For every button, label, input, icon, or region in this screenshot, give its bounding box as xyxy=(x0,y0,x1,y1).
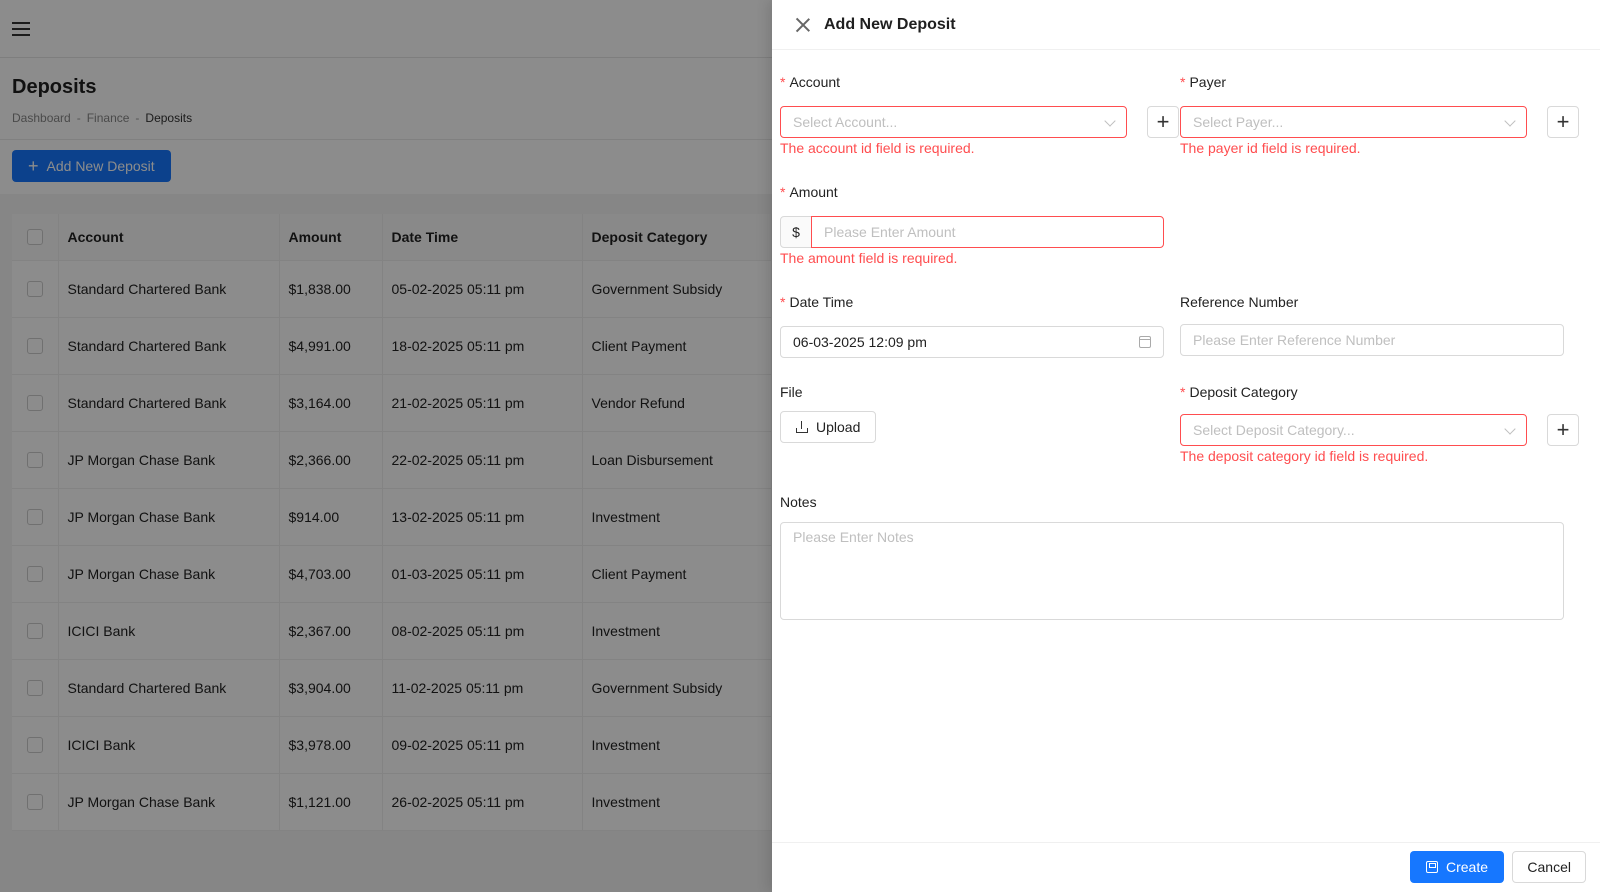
date-time-label-text: Date Time xyxy=(789,294,854,310)
amount-label-text: Amount xyxy=(789,184,838,200)
chevron-down-icon xyxy=(1504,423,1516,435)
amount-error: The amount field is required. xyxy=(780,250,958,266)
chevron-down-icon xyxy=(1504,115,1516,127)
required-mark: * xyxy=(1180,384,1186,400)
create-button[interactable]: Create xyxy=(1409,851,1504,883)
required-mark: * xyxy=(780,184,786,200)
payer-select-placeholder: Select Payer... xyxy=(1193,114,1284,130)
notes-label: Notes xyxy=(780,494,817,510)
deposit-category-label: * Deposit Category xyxy=(1180,384,1298,400)
notes-textarea[interactable] xyxy=(780,522,1564,620)
upload-button[interactable]: Upload xyxy=(780,411,877,443)
upload-button-label: Upload xyxy=(816,419,861,435)
amount-label: * Amount xyxy=(780,184,838,200)
payer-label: * Payer xyxy=(1180,74,1226,90)
add-payer-button[interactable]: + xyxy=(1547,106,1579,138)
add-deposit-category-button[interactable]: + xyxy=(1547,414,1579,446)
drawer-footer: Create Cancel xyxy=(772,842,1600,892)
account-label: * Account xyxy=(780,74,840,90)
account-error: The account id field is required. xyxy=(780,140,975,156)
cancel-button[interactable]: Cancel xyxy=(1512,851,1586,883)
account-select[interactable]: Select Account... xyxy=(780,106,1127,138)
required-mark: * xyxy=(780,74,786,90)
save-icon xyxy=(1425,861,1438,873)
reference-number-input[interactable] xyxy=(1180,324,1564,356)
amount-input[interactable] xyxy=(811,216,1164,248)
required-mark: * xyxy=(1180,74,1186,90)
create-button-label: Create xyxy=(1445,859,1488,875)
add-account-button[interactable]: + xyxy=(1147,106,1179,138)
date-time-value: 06-03-2025 12:09 pm xyxy=(793,334,927,350)
reference-number-label: Reference Number xyxy=(1180,294,1298,310)
notes-label-text: Notes xyxy=(780,494,817,510)
chevron-down-icon xyxy=(1104,115,1116,127)
upload-icon xyxy=(796,421,808,433)
add-deposit-drawer: Add New Deposit * Account Select Account… xyxy=(772,0,1600,892)
drawer-header: Add New Deposit xyxy=(772,0,1600,50)
deposit-category-error: The deposit category id field is require… xyxy=(1180,448,1429,464)
calendar-icon xyxy=(1139,336,1151,348)
file-label-text: File xyxy=(780,384,803,400)
deposit-category-label-text: Deposit Category xyxy=(1189,384,1298,400)
deposit-category-placeholder: Select Deposit Category... xyxy=(1193,422,1355,438)
close-icon[interactable] xyxy=(796,18,810,32)
date-time-label: * Date Time xyxy=(780,294,853,310)
payer-error: The payer id field is required. xyxy=(1180,140,1361,156)
date-time-picker[interactable]: 06-03-2025 12:09 pm xyxy=(780,326,1164,358)
file-label: File xyxy=(780,384,803,400)
payer-label-text: Payer xyxy=(1189,74,1227,90)
drawer-title: Add New Deposit xyxy=(824,15,956,33)
currency-prefix: $ xyxy=(780,216,812,248)
reference-number-label-text: Reference Number xyxy=(1180,294,1299,310)
required-mark: * xyxy=(780,294,786,310)
account-select-placeholder: Select Account... xyxy=(793,114,898,130)
payer-select[interactable]: Select Payer... xyxy=(1180,106,1527,138)
deposit-category-select[interactable]: Select Deposit Category... xyxy=(1180,414,1527,446)
account-label-text: Account xyxy=(789,74,841,90)
